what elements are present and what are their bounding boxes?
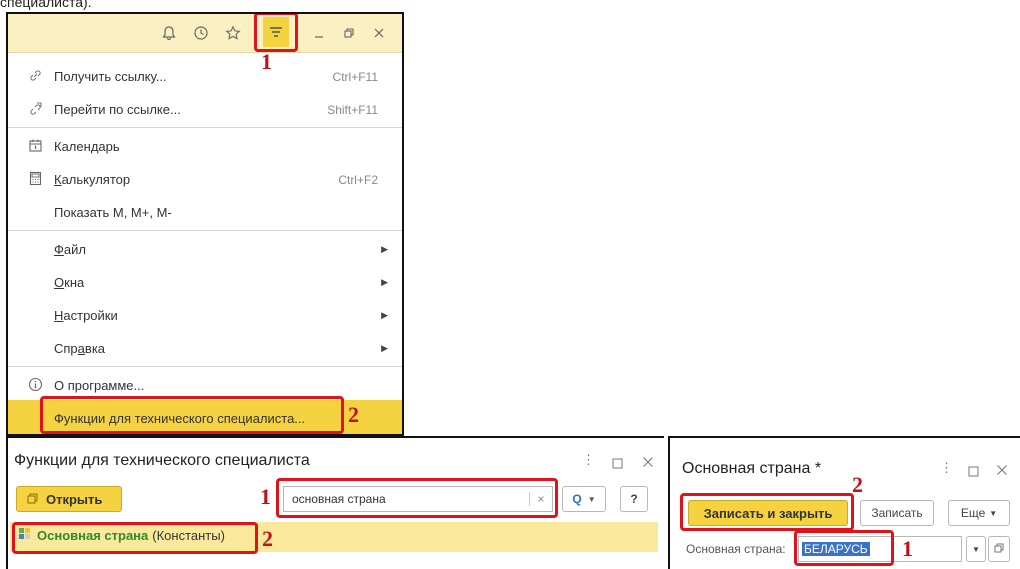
chevron-down-icon: ▼	[587, 494, 596, 504]
calendar-icon	[24, 138, 46, 156]
calculator-icon	[24, 171, 46, 189]
annotation-number: 2	[348, 402, 359, 427]
save-close-highlight	[680, 493, 854, 531]
restore-icon[interactable]	[338, 22, 360, 44]
window-title: Функции для технического специалиста	[14, 452, 310, 469]
menu-divider	[8, 366, 402, 367]
menu-item-calendar[interactable]: Календарь	[8, 130, 402, 163]
submenu-arrow-icon: ▶	[381, 343, 388, 353]
menu-item-follow-link[interactable]: Перейти по ссылке... Shift+F11	[8, 93, 402, 126]
submenu-arrow-icon: ▶	[381, 244, 388, 254]
chevron-down-icon: ▼	[972, 544, 980, 554]
toolbar	[8, 14, 402, 53]
constant-edit-window: Основная страна * 2 ⋮ Записать и закрыть…	[668, 436, 1020, 569]
menu-item-help[interactable]: Справка ▶	[8, 332, 402, 365]
menu-divider	[8, 230, 402, 231]
menu-item-show-memory[interactable]: Показать M, M+, M-	[8, 196, 402, 229]
maximize-icon[interactable]	[968, 464, 979, 482]
close-icon[interactable]	[642, 455, 654, 473]
window-title: Основная страна *	[682, 460, 822, 477]
info-icon	[24, 377, 46, 395]
bell-icon[interactable]	[158, 22, 180, 44]
minimize-icon[interactable]	[308, 22, 330, 44]
link-icon	[24, 68, 46, 86]
history-icon[interactable]	[190, 22, 212, 44]
annotation-number: 2	[852, 472, 863, 497]
tech-functions-highlight	[40, 396, 344, 434]
result-highlight	[12, 522, 258, 554]
field-label: Основная страна:	[686, 542, 786, 556]
submenu-arrow-icon: ▶	[381, 310, 388, 320]
annotation-number: 1	[902, 536, 913, 561]
more-actions-icon[interactable]: ⋮	[582, 452, 595, 468]
menu-item-calculator[interactable]: Калькулятор Ctrl+F2	[8, 163, 402, 196]
follow-link-icon	[24, 101, 46, 119]
more-actions-icon[interactable]: ⋮	[940, 460, 953, 476]
submenu-arrow-icon: ▶	[381, 277, 388, 287]
menu-button-highlight	[254, 14, 298, 52]
close-icon[interactable]	[368, 22, 390, 44]
menu-divider	[8, 127, 402, 128]
open-icon	[27, 492, 38, 507]
save-button[interactable]: Записать	[860, 500, 934, 526]
open-icon	[994, 542, 1004, 556]
menu-item-get-link[interactable]: Получить ссылку... Ctrl+F11	[8, 60, 402, 93]
dropdown-button[interactable]: ▼	[966, 536, 986, 562]
search-highlight	[276, 478, 558, 518]
caption-text: специалиста).	[0, 0, 92, 10]
menu-item-file[interactable]: Файл ▶	[8, 233, 402, 266]
maximize-icon[interactable]	[612, 456, 623, 474]
annotation-number: 1	[260, 484, 271, 509]
field-highlight	[794, 530, 894, 566]
menu-item-settings[interactable]: Настройки ▶	[8, 299, 402, 332]
open-button[interactable]: Открыть	[16, 486, 122, 512]
open-value-button[interactable]	[988, 536, 1010, 562]
close-icon[interactable]	[996, 463, 1008, 481]
menu-item-windows[interactable]: Окна ▶	[8, 266, 402, 299]
tech-functions-window: Функции для технического специалиста ⋮ О…	[6, 436, 664, 569]
star-icon[interactable]	[222, 22, 244, 44]
main-menu-panel: 1 Получить ссылку... Ctrl+F11 Перейти по…	[6, 12, 404, 436]
annotation-number: 2	[262, 526, 273, 551]
chevron-down-icon: ▼	[989, 508, 998, 518]
help-button[interactable]: ?	[620, 486, 648, 512]
more-button[interactable]: Еще ▼	[948, 500, 1010, 526]
search-button[interactable]: Q ▼	[562, 486, 606, 512]
search-icon: Q	[572, 492, 582, 506]
